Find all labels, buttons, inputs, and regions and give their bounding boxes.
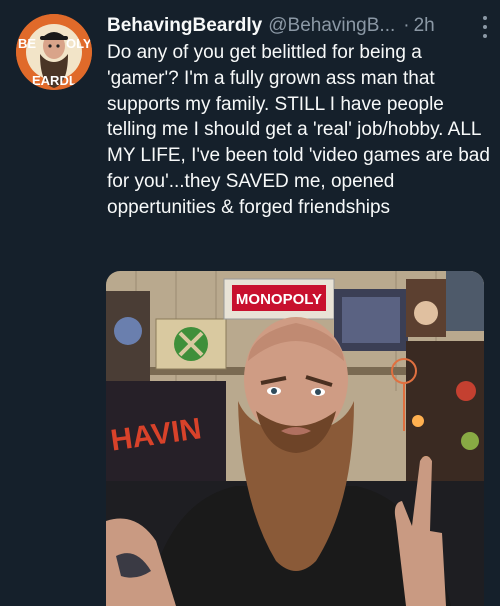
avatar-text-right: OLY: [66, 36, 92, 51]
timestamp[interactable]: 2h: [414, 15, 435, 37]
display-name[interactable]: BehavingBeardly: [107, 15, 262, 37]
more-options-icon[interactable]: [480, 16, 490, 38]
user-handle[interactable]: @BehavingB...: [268, 15, 395, 37]
avatar-text-left: BE: [18, 36, 36, 51]
avatar[interactable]: BE OLY EARDL: [16, 14, 92, 90]
separator-dot: ·: [403, 15, 410, 36]
tweet-text: Do any of you get belittled for being a …: [107, 42, 490, 218]
avatar-text-bottom: EARDL: [32, 73, 77, 88]
tweet-photo[interactable]: MONOPOLY HAVIN: [106, 271, 484, 606]
tweet-header: BehavingBeardly @BehavingB... · 2h: [107, 14, 488, 38]
monopoly-logo-text: MONOPOLY: [236, 291, 322, 308]
